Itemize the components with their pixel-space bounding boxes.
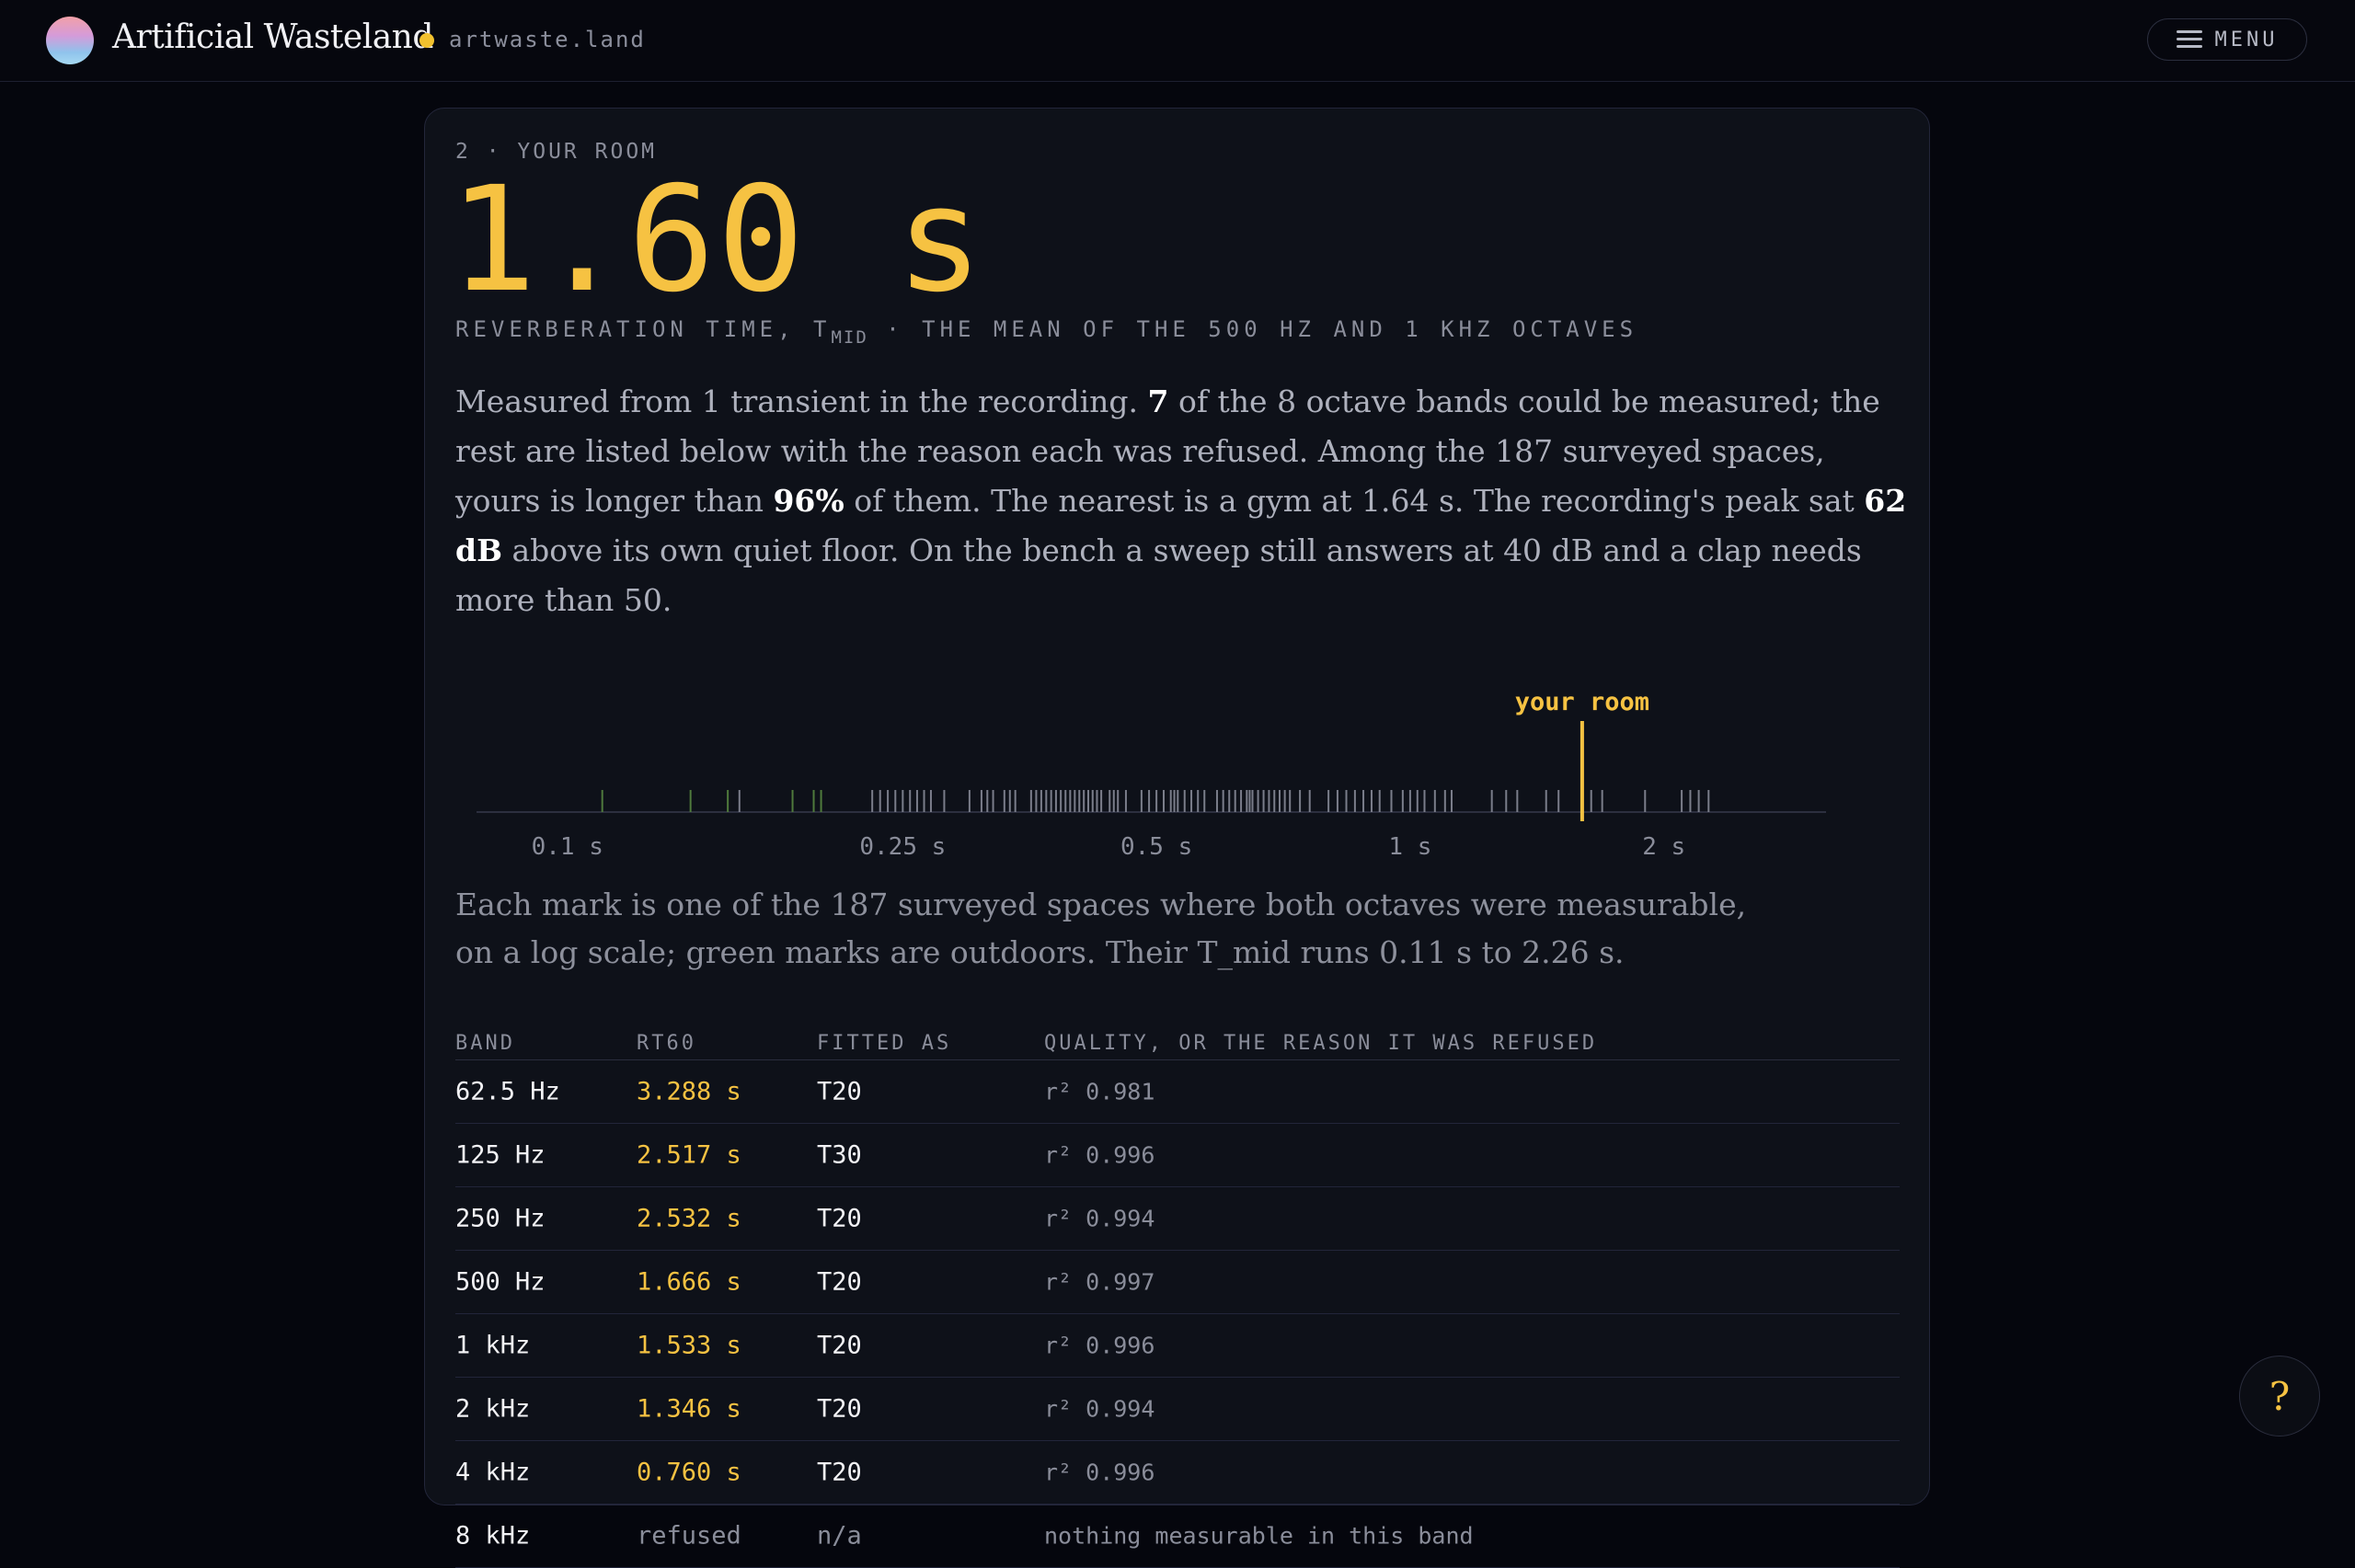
your-room-label: your room [1515, 688, 1649, 716]
quality-cell: r² 0.996 [1044, 1141, 1155, 1169]
header-band: BAND [455, 1032, 515, 1055]
logo-icon[interactable] [46, 17, 94, 64]
rt60-cell: 1.346 s [637, 1394, 741, 1424]
table-row: 4 kHz 0.760 s T20 r² 0.996 [455, 1441, 1900, 1505]
summary-text: above its own quiet floor. On the bench … [455, 532, 1862, 618]
quality-cell: r² 0.994 [1044, 1395, 1155, 1423]
subtitle-subscript: MID [831, 327, 868, 348]
survey-strip-chart: 0.1 s 0.25 s 0.5 s 1 s 2 s your room [477, 688, 1826, 861]
table-row: 62.5 Hz 3.288 s T20 r² 0.981 [455, 1060, 1900, 1124]
band-cell: 4 kHz [455, 1458, 531, 1487]
table-row: 8 kHz refused n/a nothing measurable in thi… [455, 1505, 1900, 1568]
table-header: BAND RT60 FITTED AS QUALITY, OR THE REAS… [455, 1019, 1900, 1060]
fitted-as-cell: T20 [817, 1204, 862, 1233]
rt60-cell: 2.517 s [637, 1140, 741, 1170]
band-table: BAND RT60 FITTED AS QUALITY, OR THE REAS… [455, 1019, 1900, 1568]
band-cell: 8 kHz [455, 1521, 531, 1551]
quality-cell: r² 0.981 [1044, 1078, 1155, 1105]
fitted-as-cell: T20 [817, 1077, 862, 1106]
rt60-cell: 0.760 s [637, 1458, 741, 1487]
band-cell: 62.5 Hz [455, 1077, 560, 1106]
table-row: 125 Hz 2.517 s T30 r² 0.996 [455, 1124, 1900, 1187]
menu-button[interactable]: MENU [2147, 18, 2307, 61]
strip-tick-label: 1 s [1388, 833, 1431, 861]
subtitle-suffix: · THE MEAN OF THE 500 HZ AND 1 KHZ OCTAV… [867, 316, 1638, 342]
rt60-cell: 1.666 s [637, 1267, 741, 1297]
band-cell: 250 Hz [455, 1204, 546, 1233]
fitted-as-cell: T30 [817, 1140, 862, 1170]
strip-tick-label: 0.25 s [859, 833, 946, 861]
quality-cell: r² 0.996 [1044, 1459, 1155, 1486]
hamburger-icon [2176, 30, 2202, 49]
rt60-cell: refused [637, 1521, 741, 1551]
result-card: 2 · YOUR ROOM 1.60 s REVERBERATION TIME,… [424, 108, 1930, 1568]
reverb-time-subtitle: REVERBERATION TIME, TMID · THE MEAN OF T… [455, 316, 1637, 348]
quality-cell: nothing measurable in this band [1044, 1522, 1474, 1550]
header-quality: QUALITY, OR THE REASON IT WAS REFUSED [1044, 1032, 1598, 1055]
fitted-as-cell: T20 [817, 1458, 862, 1487]
top-bar: Artificial Wasteland artwaste.land MENU [0, 0, 2355, 82]
result-summary: Measured from 1 transient in the recordi… [455, 377, 1909, 625]
table-row: 1 kHz 1.533 s T20 r² 0.996 [455, 1314, 1900, 1378]
rt60-cell: 2.532 s [637, 1204, 741, 1233]
summary-text: of them. The nearest is a gym at 1.64 s.… [844, 483, 1865, 519]
table-row: 250 Hz 2.532 s T20 r² 0.994 [455, 1187, 1900, 1251]
site-domain: artwaste.land [449, 27, 646, 52]
fitted-as-cell: T20 [817, 1394, 862, 1424]
rt60-cell: 1.533 s [637, 1331, 741, 1360]
rt60-cell: 3.288 s [637, 1077, 741, 1106]
summary-text: Measured from 1 transient in the recordi… [455, 383, 1148, 419]
table-row: 500 Hz 1.666 s T20 r² 0.997 [455, 1251, 1900, 1314]
help-label: ? [2269, 1373, 2291, 1419]
band-cell: 500 Hz [455, 1267, 546, 1297]
quality-cell: r² 0.997 [1044, 1268, 1155, 1296]
chart-caption: Each mark is one of the 187 surveyed spa… [455, 887, 1747, 970]
fitted-as-cell: T20 [817, 1267, 862, 1297]
fitted-as-cell: T20 [817, 1331, 862, 1360]
summary-highlight: 96% [773, 483, 844, 519]
band-cell: 125 Hz [455, 1140, 546, 1170]
strip-tick-label: 2 s [1642, 833, 1685, 861]
quality-cell: r² 0.996 [1044, 1332, 1155, 1359]
table-row: 2 kHz 1.346 s T20 r² 0.994 [455, 1378, 1900, 1441]
band-cell: 1 kHz [455, 1331, 531, 1360]
fitted-as-cell: n/a [817, 1521, 862, 1551]
strip-tick-label: 0.1 s [532, 833, 603, 861]
header-fitted-as: FITTED AS [817, 1032, 952, 1055]
status-dot-icon [419, 33, 434, 48]
quality-cell: r² 0.994 [1044, 1205, 1155, 1232]
subtitle-prefix: REVERBERATION TIME, T [455, 316, 832, 342]
brand-title[interactable]: Artificial Wasteland [112, 18, 433, 56]
header-rt60: RT60 [637, 1032, 696, 1055]
menu-label: MENU [2214, 28, 2279, 52]
help-button[interactable]: ? [2239, 1356, 2320, 1436]
band-cell: 2 kHz [455, 1394, 531, 1424]
strip-tick-label: 0.5 s [1120, 833, 1192, 861]
reverb-time-value: 1.60 s [449, 155, 985, 325]
summary-highlight: 7 [1147, 383, 1169, 419]
